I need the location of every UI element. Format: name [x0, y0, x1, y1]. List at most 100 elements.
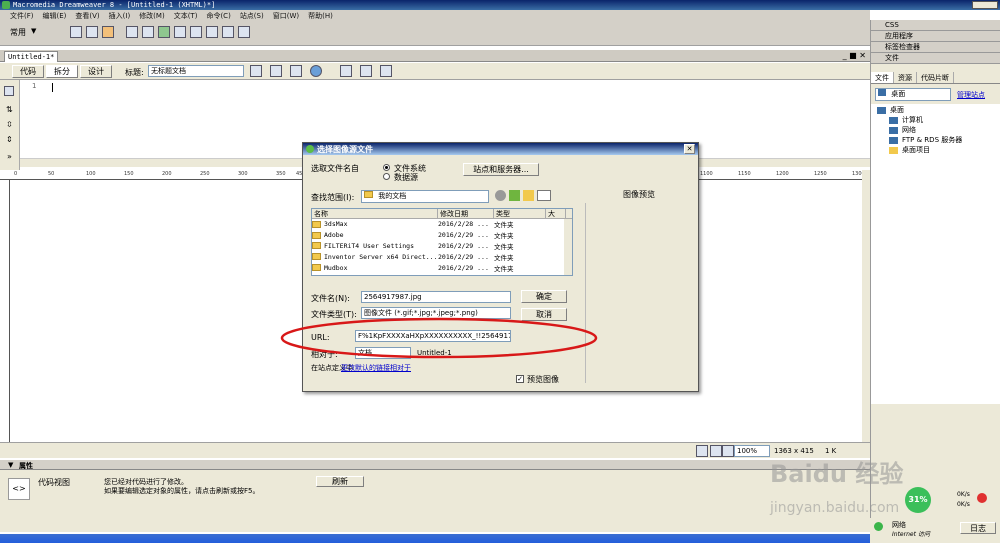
column-header[interactable]: 名称	[312, 209, 438, 218]
radio-datasource[interactable]	[383, 173, 390, 180]
split-view-button[interactable]: 拆分	[46, 65, 78, 78]
new-folder-icon[interactable]	[523, 190, 534, 201]
column-header[interactable]: 大	[546, 209, 566, 218]
hand-tool-icon[interactable]	[710, 445, 722, 457]
file-date: 2016/2/29 ...	[438, 241, 489, 250]
view-options-icon[interactable]	[360, 65, 372, 77]
zoom-select[interactable]: 100%	[734, 445, 770, 457]
template-icon[interactable]	[222, 26, 234, 38]
properties-header[interactable]: ▼ 属性	[0, 460, 870, 470]
media-icon[interactable]	[174, 26, 186, 38]
collapse-arrow-icon[interactable]: ▼	[8, 461, 13, 469]
refresh-icon[interactable]	[340, 65, 352, 77]
tree-item[interactable]: 桌面项目	[875, 145, 997, 155]
ruler-label: 300	[238, 171, 248, 177]
chevron-down-icon[interactable]: ▼	[31, 27, 36, 35]
tree-item[interactable]: FTP & RDS 服务器	[875, 135, 997, 145]
panel-group-header[interactable]: 应用程序	[871, 31, 1000, 42]
text-caret	[52, 83, 53, 92]
email-link-icon[interactable]	[86, 26, 98, 38]
menu-bar: 文件(F) 编辑(E) 查看(V) 插入(I) 修改(M) 文本(T) 命令(C) 站点(S)…	[0, 10, 870, 21]
no-browser-check-icon[interactable]	[250, 65, 262, 77]
tag-chooser-icon[interactable]	[238, 26, 250, 38]
filename-input[interactable]: 2564917987.jpg	[361, 291, 511, 303]
menu-item[interactable]: 插入(I)	[109, 11, 131, 21]
design-view-button[interactable]: 设计	[80, 65, 112, 78]
preview-browser-icon[interactable]	[310, 65, 322, 77]
back-icon[interactable]	[495, 190, 506, 201]
file-row[interactable]: Adobe 2016/2/29 ... 文件夹	[312, 230, 572, 241]
menu-item[interactable]: 站点(S)	[240, 11, 264, 21]
watermark-url: jingyan.baidu.com	[770, 500, 900, 516]
layer-icon[interactable]	[142, 26, 154, 38]
hyperlink-icon[interactable]	[70, 26, 82, 38]
log-button[interactable]: 日志	[960, 522, 996, 534]
tree-item[interactable]: 计算机	[875, 115, 997, 125]
menu-item[interactable]: 编辑(E)	[43, 11, 67, 21]
panel-group-header[interactable]: 标签检查器	[871, 42, 1000, 53]
file-row[interactable]: 3dsMax 2016/2/28 ... 文件夹	[312, 219, 572, 230]
preview-checkbox[interactable]: ✓	[516, 375, 524, 383]
tree-item[interactable]: 桌面	[875, 105, 997, 115]
change-default-link[interactable]: 更改默认的链接相对于	[341, 363, 411, 373]
ok-button[interactable]: 确定	[521, 290, 567, 303]
named-anchor-icon[interactable]	[102, 26, 114, 38]
look-in-label: 查找范围(I):	[311, 193, 355, 202]
menu-item[interactable]: 查看(V)	[75, 11, 99, 21]
panel-tab[interactable]: 代码片断	[917, 72, 954, 83]
validate-icon[interactable]	[290, 65, 302, 77]
look-in-select[interactable]: 我的文档	[361, 190, 489, 203]
zoom-tool-icon[interactable]	[722, 445, 734, 457]
sites-servers-button[interactable]: 站点和服务器...	[463, 163, 539, 176]
window-controls[interactable]	[972, 1, 998, 9]
menu-item[interactable]: 帮助(H)	[308, 11, 333, 21]
image-icon[interactable]	[158, 26, 170, 38]
open-documents-icon[interactable]	[4, 86, 14, 96]
code-gutter: ⇅ ⇳ ⇕ »	[0, 80, 20, 170]
menu-item[interactable]: 文件(F)	[10, 11, 34, 21]
file-list-vscroll[interactable]	[564, 219, 572, 275]
up-folder-icon[interactable]	[509, 190, 520, 201]
dialog-close-button[interactable]: ✕	[684, 144, 695, 154]
expand-icon[interactable]: ⇳	[6, 120, 13, 129]
table-icon[interactable]	[126, 26, 138, 38]
comment-icon[interactable]	[206, 26, 218, 38]
panel-tab[interactable]: 资源	[894, 72, 917, 83]
insert-category-dropdown[interactable]: 常用	[10, 27, 26, 38]
boost-icon[interactable]	[977, 493, 987, 503]
site-location-select[interactable]: 桌面	[875, 88, 951, 101]
more-icon[interactable]: »	[7, 152, 12, 161]
file-name: FILTERiT4 User Settings	[324, 241, 415, 250]
file-row[interactable]: Mudbox 2016/2/29 ... 文件夹	[312, 262, 572, 273]
radio-filesystem[interactable]	[383, 164, 390, 171]
select-tool-icon[interactable]	[696, 445, 708, 457]
menu-item[interactable]: 修改(M)	[139, 11, 165, 21]
tree-item[interactable]: 网络	[875, 125, 997, 135]
file-row[interactable]: Inventor Server x64 Direct... 2016/2/29 .…	[312, 251, 572, 262]
date-icon[interactable]	[190, 26, 202, 38]
column-header[interactable]: 修改日期	[438, 209, 494, 218]
ruler-label: 1150	[738, 171, 751, 177]
column-header[interactable]: 类型	[494, 209, 546, 218]
file-row[interactable]: FILTERiT4 User Settings 2016/2/29 ... 文件夹	[312, 241, 572, 252]
manage-sites-link[interactable]: 管理站点	[957, 90, 985, 100]
panel-tab[interactable]: 文件	[871, 72, 894, 83]
menu-item[interactable]: 文本(T)	[174, 11, 198, 21]
collapse-icon[interactable]: ⇅	[6, 105, 13, 114]
document-title-input[interactable]: 无标题文档	[148, 65, 244, 77]
menu-item[interactable]: 命令(C)	[206, 11, 230, 21]
document-tab[interactable]: Untitled-1*	[4, 51, 59, 62]
file-management-icon[interactable]	[270, 65, 282, 77]
panel-group-header[interactable]: 文件	[871, 53, 1000, 64]
panel-group-header[interactable]: CSS	[871, 20, 1000, 31]
menu-item[interactable]: 窗口(W)	[273, 11, 299, 21]
code-view-button[interactable]: 代码	[12, 65, 44, 78]
document-window-controls[interactable]: _ ■ ✕	[843, 51, 866, 60]
design-vscrollbar[interactable]	[862, 170, 870, 442]
view-menu-icon[interactable]	[537, 190, 551, 201]
select-parent-icon[interactable]: ⇕	[6, 135, 13, 144]
ruler-label: 100	[86, 171, 96, 177]
visual-aids-icon[interactable]	[380, 65, 392, 77]
refresh-button[interactable]: 刷新	[316, 476, 364, 487]
network-status-icon	[874, 522, 883, 531]
